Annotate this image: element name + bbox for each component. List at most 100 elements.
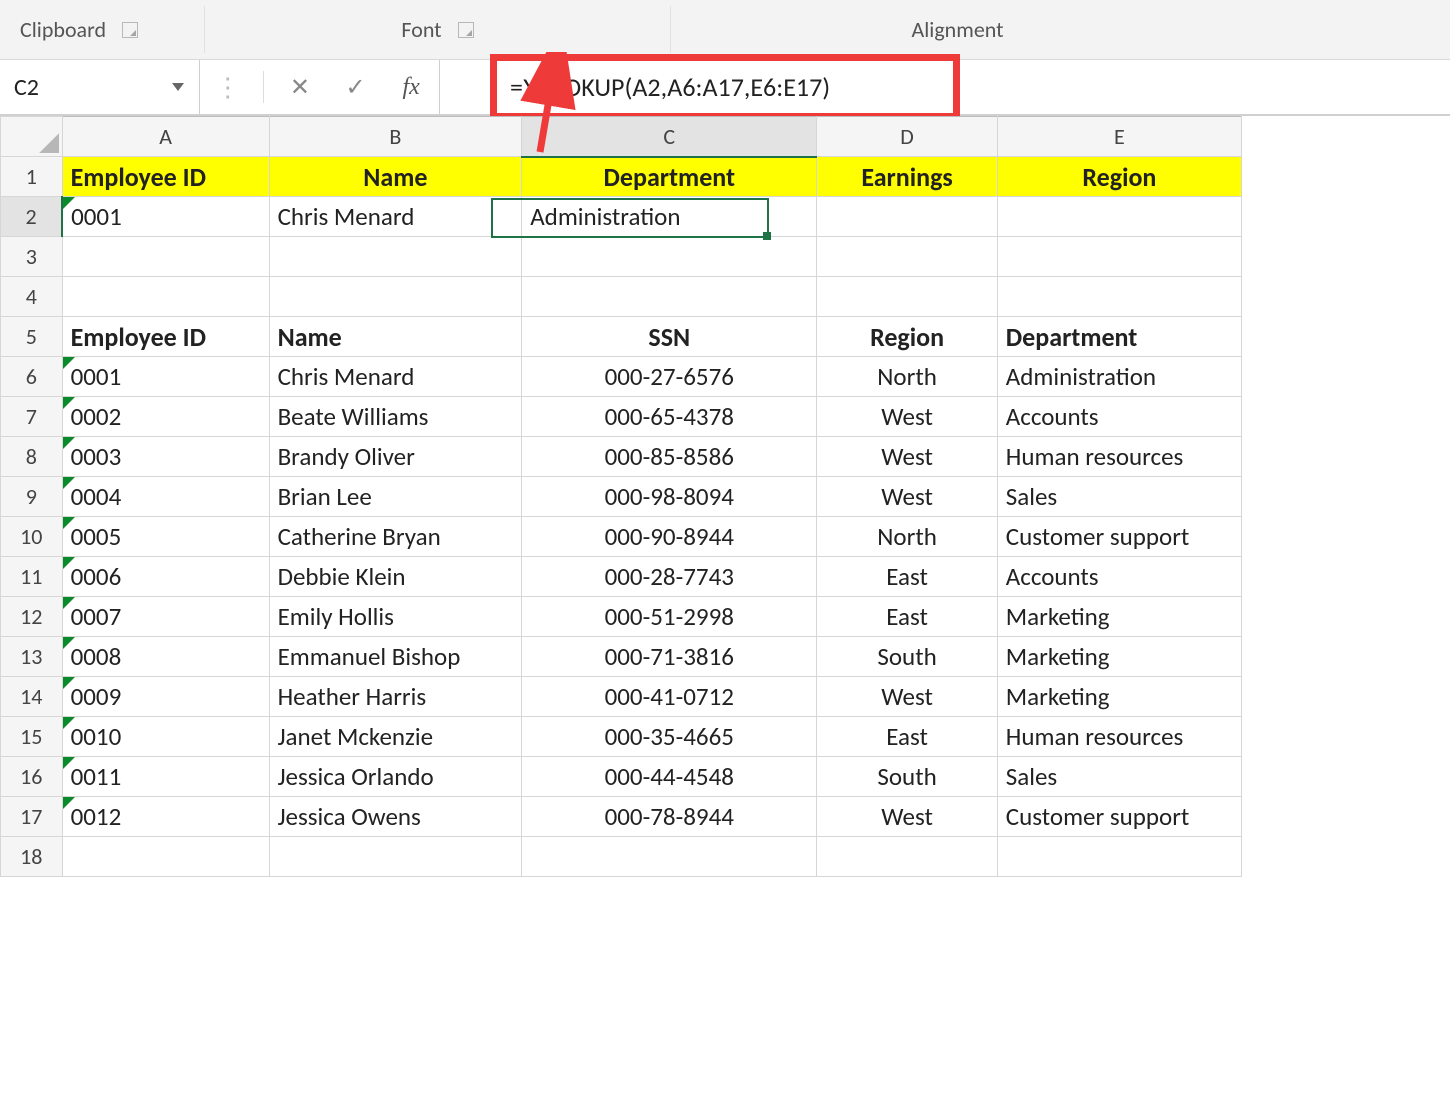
- cell-D1[interactable]: Earnings: [817, 157, 997, 197]
- cell[interactable]: West: [817, 797, 997, 837]
- cell[interactable]: East: [817, 597, 997, 637]
- cell[interactable]: Chris Menard: [269, 357, 522, 397]
- cell-A2[interactable]: 0001: [62, 197, 269, 237]
- cell[interactable]: Customer support: [997, 797, 1241, 837]
- cell[interactable]: Brian Lee: [269, 477, 522, 517]
- cell-E4[interactable]: [997, 277, 1241, 317]
- cell[interactable]: 000-90-8944: [522, 517, 817, 557]
- name-box-dropdown[interactable]: [167, 76, 189, 98]
- cell-A5[interactable]: Employee ID: [62, 317, 269, 357]
- cell[interactable]: Jessica Owens: [269, 797, 522, 837]
- cell[interactable]: Accounts: [997, 397, 1241, 437]
- cancel-icon[interactable]: [280, 73, 320, 102]
- cell[interactable]: West: [817, 677, 997, 717]
- cell-B2[interactable]: Chris Menard: [269, 197, 522, 237]
- row-header[interactable]: 17: [1, 797, 63, 837]
- cell-A3[interactable]: [62, 237, 269, 277]
- cell[interactable]: Emily Hollis: [269, 597, 522, 637]
- expand-icon[interactable]: [208, 71, 248, 103]
- cell[interactable]: 000-28-7743: [522, 557, 817, 597]
- cell[interactable]: Human resources: [997, 437, 1241, 477]
- cell[interactable]: [817, 837, 997, 877]
- cell[interactable]: 000-51-2998: [522, 597, 817, 637]
- cell[interactable]: [62, 837, 269, 877]
- cell[interactable]: Human resources: [997, 717, 1241, 757]
- cell[interactable]: 0007: [62, 597, 269, 637]
- cell[interactable]: 000-78-8944: [522, 797, 817, 837]
- cell-B5[interactable]: Name: [269, 317, 522, 357]
- cell[interactable]: East: [817, 717, 997, 757]
- row-header[interactable]: 12: [1, 597, 63, 637]
- row-header[interactable]: 10: [1, 517, 63, 557]
- cell[interactable]: 000-41-0712: [522, 677, 817, 717]
- cell[interactable]: 0008: [62, 637, 269, 677]
- cell[interactable]: 0011: [62, 757, 269, 797]
- cell[interactable]: 000-44-4548: [522, 757, 817, 797]
- cell[interactable]: Debbie Klein: [269, 557, 522, 597]
- cell[interactable]: North: [817, 357, 997, 397]
- cell[interactable]: [997, 837, 1241, 877]
- row-header-18[interactable]: 18: [1, 837, 63, 877]
- cell[interactable]: 0004: [62, 477, 269, 517]
- spreadsheet-grid[interactable]: A B C D E 1 Employee ID Name Department …: [0, 116, 1450, 877]
- cell-E2[interactable]: [997, 197, 1241, 237]
- sheet-table[interactable]: A B C D E 1 Employee ID Name Department …: [0, 116, 1242, 877]
- cell[interactable]: South: [817, 637, 997, 677]
- cell-E5[interactable]: Department: [997, 317, 1241, 357]
- cell-B1[interactable]: Name: [269, 157, 522, 197]
- cell[interactable]: 0005: [62, 517, 269, 557]
- cell[interactable]: [269, 837, 522, 877]
- cell[interactable]: West: [817, 397, 997, 437]
- cell[interactable]: Emmanuel Bishop: [269, 637, 522, 677]
- cell[interactable]: 0012: [62, 797, 269, 837]
- row-header[interactable]: 14: [1, 677, 63, 717]
- cell-A4[interactable]: [62, 277, 269, 317]
- cell[interactable]: 0003: [62, 437, 269, 477]
- cell-C2[interactable]: Administration: [522, 197, 817, 237]
- cell[interactable]: 0002: [62, 397, 269, 437]
- cell[interactable]: Marketing: [997, 597, 1241, 637]
- cell-D3[interactable]: [817, 237, 997, 277]
- cell[interactable]: 000-71-3816: [522, 637, 817, 677]
- name-box[interactable]: C2: [0, 60, 200, 114]
- row-header[interactable]: 16: [1, 757, 63, 797]
- cell[interactable]: Heather Harris: [269, 677, 522, 717]
- cell[interactable]: [522, 837, 817, 877]
- cell[interactable]: Administration: [997, 357, 1241, 397]
- cell[interactable]: Marketing: [997, 677, 1241, 717]
- column-header-A[interactable]: A: [62, 117, 269, 157]
- cell[interactable]: East: [817, 557, 997, 597]
- cell-C3[interactable]: [522, 237, 817, 277]
- row-header[interactable]: 11: [1, 557, 63, 597]
- cell[interactable]: Jessica Orlando: [269, 757, 522, 797]
- cell[interactable]: 000-27-6576: [522, 357, 817, 397]
- cell[interactable]: Accounts: [997, 557, 1241, 597]
- column-header-D[interactable]: D: [817, 117, 997, 157]
- enter-icon[interactable]: [336, 73, 376, 102]
- row-header[interactable]: 8: [1, 437, 63, 477]
- row-header[interactable]: 6: [1, 357, 63, 397]
- cell[interactable]: North: [817, 517, 997, 557]
- dialog-launcher-icon[interactable]: [458, 22, 474, 38]
- row-header-2[interactable]: 2: [1, 197, 63, 237]
- cell[interactable]: Brandy Oliver: [269, 437, 522, 477]
- row-header[interactable]: 9: [1, 477, 63, 517]
- row-header[interactable]: 7: [1, 397, 63, 437]
- row-header[interactable]: 15: [1, 717, 63, 757]
- cell-D4[interactable]: [817, 277, 997, 317]
- cell[interactable]: 000-65-4378: [522, 397, 817, 437]
- cell[interactable]: 0009: [62, 677, 269, 717]
- cell[interactable]: West: [817, 437, 997, 477]
- cell[interactable]: West: [817, 477, 997, 517]
- cell[interactable]: Sales: [997, 757, 1241, 797]
- cell-D2[interactable]: [817, 197, 997, 237]
- cell-C5[interactable]: SSN: [522, 317, 817, 357]
- cell[interactable]: South: [817, 757, 997, 797]
- column-header-E[interactable]: E: [997, 117, 1241, 157]
- cell[interactable]: 0006: [62, 557, 269, 597]
- cell-C1[interactable]: Department: [522, 157, 817, 197]
- cell-B4[interactable]: [269, 277, 522, 317]
- formula-bar-input[interactable]: =XLOOKUP(A2,A6:A17,E6:E17): [440, 60, 1450, 114]
- cell[interactable]: 0001: [62, 357, 269, 397]
- cell-A1[interactable]: Employee ID: [62, 157, 269, 197]
